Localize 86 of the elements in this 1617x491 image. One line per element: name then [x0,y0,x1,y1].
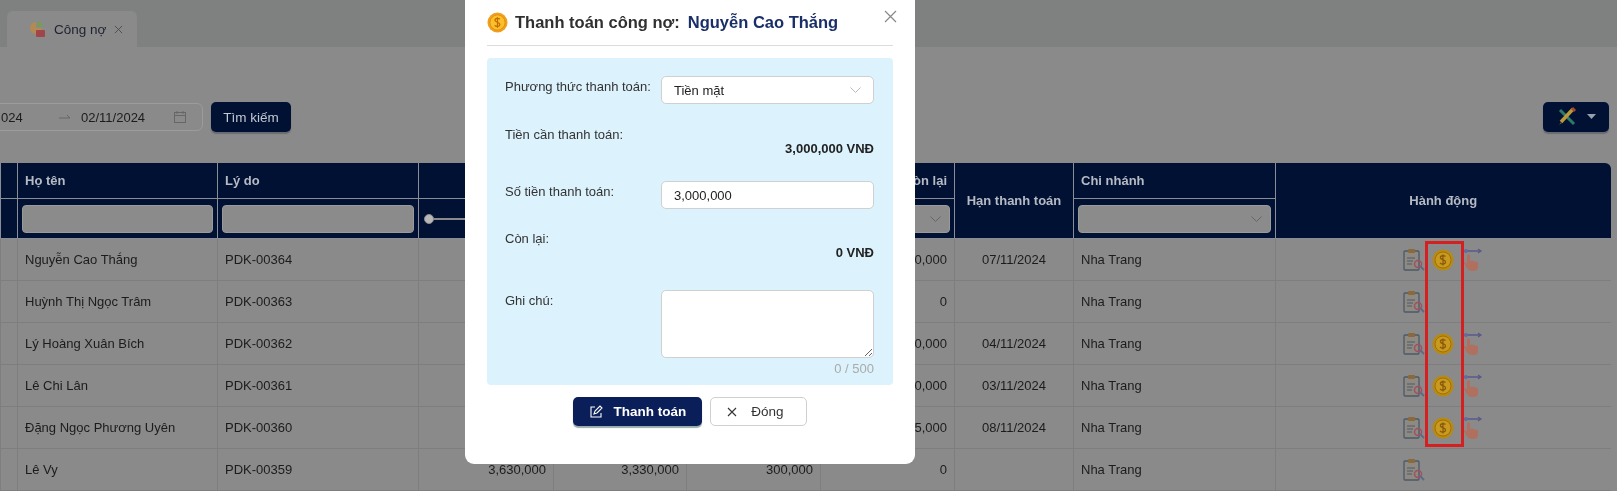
character-counter: 0 / 500 [834,361,874,376]
hand-pointer-icon[interactable] [1461,415,1483,440]
date-range-field[interactable]: 024 02/11/2024 [0,103,203,131]
table-cell: PDK-00362 [225,336,293,351]
table-cell: 04/11/2024 [981,336,1047,351]
field-label: Số tiền thanh toán: [505,183,615,201]
table-cell: PDK-00364 [225,252,293,267]
table-cell: Nha Trang [1081,336,1142,351]
field-label: Ghi chú: [505,292,554,310]
table-cell: Nha Trang [1081,462,1142,477]
tools-button[interactable] [1543,102,1609,132]
chart-icon [28,20,46,38]
filter-dropdown[interactable] [1078,204,1271,233]
table-cell: Lê Chi Lân [25,378,88,393]
amount-field[interactable]: 3,000,000 [661,181,874,209]
close-icon [727,406,738,417]
hand-pointer-icon[interactable] [1461,331,1483,356]
coin-icon[interactable] [1432,248,1454,271]
table-cell: Nha Trang [1081,378,1142,393]
hand-pointer-icon[interactable] [1461,373,1483,398]
table-cell: Đặng Ngọc Phương Uyên [25,420,176,435]
note-field[interactable] [661,290,874,358]
pay-button[interactable]: Thanh toán [573,397,703,426]
table-cell: Lý Hoàng Xuân Bích [25,336,145,351]
chevron-icon [1251,215,1262,222]
column-header: Chi nhánh [1081,173,1145,188]
coin-icon[interactable] [1432,332,1454,355]
clipboard-search-icon[interactable] [1403,457,1425,482]
filter-field[interactable] [222,204,414,233]
amount-value: 3,000,000 VNĐ [785,141,874,158]
table-cell: PDK-00360 [225,420,293,435]
field-label: Phương thức thanh toán: [505,78,651,96]
clipboard-search-icon[interactable] [1403,331,1425,356]
amount-value: 0 VNĐ [835,245,874,262]
coin-icon[interactable] [1432,416,1454,439]
table-cell: 5,000 [914,420,947,435]
arrow-icon [59,114,71,120]
table-cell: Nha Trang [1081,252,1142,267]
table-cell: 0,000 [914,336,947,351]
field-label: Còn lại: [505,230,550,248]
table-cell: 0,000 [914,252,947,267]
clipboard-search-icon[interactable] [1403,415,1425,440]
table-cell: Nguyễn Cao Thắng [25,252,138,267]
table-cell: 300,000 [766,462,813,477]
column-header: Hạn thanh toán [966,193,1062,208]
tools-icon [1556,107,1577,127]
column-header: Lý do [225,173,260,188]
table-cell: 08/11/2024 [981,420,1047,435]
clipboard-search-icon[interactable] [1403,247,1425,272]
table-cell: 3,630,000 [488,462,546,477]
chevron-icon [930,215,941,222]
table-cell: 0 [939,294,947,309]
close-button[interactable]: Đóng [710,397,807,426]
customer-name: Nguyễn Cao Thắng [687,13,839,32]
table-cell: PDK-00359 [225,462,293,477]
table-cell: Lê Vy [25,462,58,477]
tab[interactable]: Công nợ [7,11,138,47]
coin-icon [487,12,508,33]
payment-method-dropdown[interactable]: Tiền mặt [661,76,874,104]
hand-pointer-icon[interactable] [1461,247,1483,272]
clipboard-search-icon[interactable] [1403,289,1425,314]
caret-icon [1586,114,1596,120]
chevron-icon [850,87,861,93]
table-cell: 0 [939,462,947,477]
table-cell: 0,000 [914,378,947,393]
close-icon[interactable] [884,10,897,23]
slider-handle[interactable] [424,213,434,224]
column-header: Hành động [1409,193,1478,208]
table-cell: Nha Trang [1081,294,1142,309]
clipboard-search-icon[interactable] [1403,373,1425,398]
table-cell: 03/11/2024 [981,378,1047,393]
coin-icon[interactable] [1432,374,1454,397]
dialog-title: Thanh toán công nợ: [515,13,680,32]
column-header: Họ tên [25,173,66,188]
table-cell: PDK-00361 [225,378,293,393]
table-cell: 07/11/2024 [981,252,1047,267]
table-cell: Huỳnh Thị Ngọc Trâm [25,294,152,309]
edit-icon [589,404,604,419]
table-cell: PDK-00363 [225,294,293,309]
filter-field[interactable] [22,204,213,233]
close-icon[interactable] [114,24,124,34]
search-button[interactable]: Tìm kiếm [211,102,291,132]
table-cell: Nha Trang [1081,420,1142,435]
field-label: Tiền cần thanh toán: [505,126,624,144]
table-cell: 3,330,000 [621,462,679,477]
calendar-icon[interactable] [174,111,186,123]
